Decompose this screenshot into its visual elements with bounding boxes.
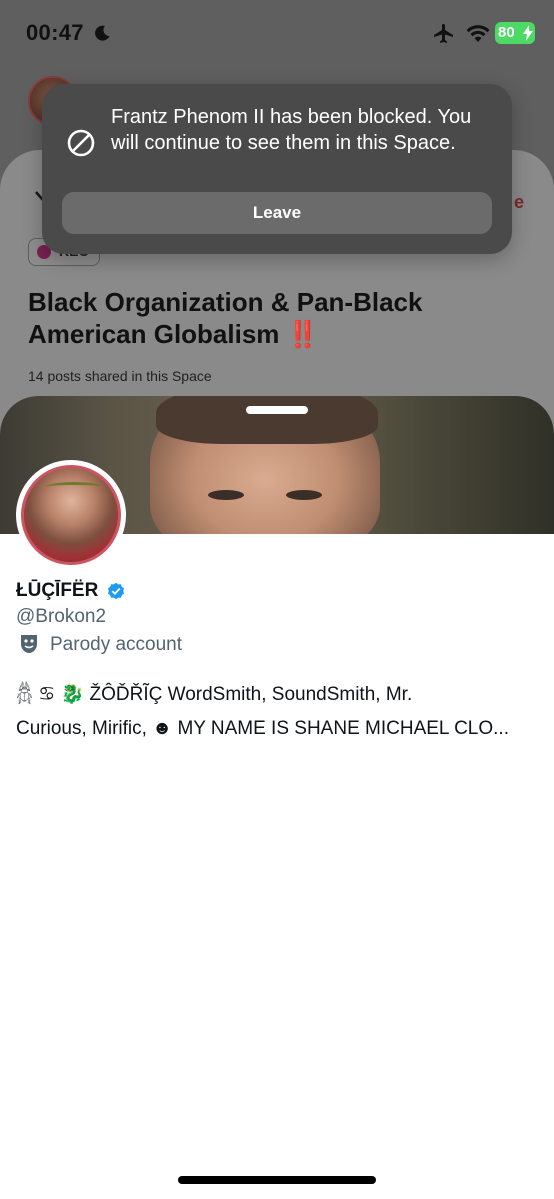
parody-mask-icon bbox=[21, 635, 37, 653]
charging-bolt-icon bbox=[523, 25, 533, 41]
display-name: ŁŪÇĪFËR bbox=[16, 580, 99, 601]
laurel-crown bbox=[46, 482, 102, 492]
status-time: 00:47 bbox=[26, 20, 84, 45]
profile-avatar-image bbox=[21, 465, 121, 565]
space-leave-link[interactable]: e bbox=[514, 192, 524, 213]
space-posts-count: 14 posts shared in this Space bbox=[28, 368, 212, 384]
airplane-icon bbox=[434, 24, 453, 43]
profile-sheet: ŁŪÇĪFËR @Brokon2 Parody account 𓆣 ♋ 🐉 ŽÔ… bbox=[0, 396, 554, 1199]
toast-message: Frantz Phenom II has been blocked. You w… bbox=[111, 106, 472, 154]
profile-handle: @Brokon2 bbox=[16, 606, 107, 627]
verified-badge-icon bbox=[108, 582, 124, 600]
banner-hair bbox=[156, 396, 378, 444]
moon-icon bbox=[95, 25, 110, 41]
home-indicator[interactable] bbox=[178, 1176, 376, 1184]
bio-line: 𓆣 ♋ 🐉 ŽÔĎŘĨÇ WordSmith, SoundSmith, Mr. bbox=[16, 684, 413, 705]
space-title: Black Organization & Pan-Black American … bbox=[28, 286, 528, 350]
banner-eye bbox=[208, 490, 244, 500]
battery-level: 80 bbox=[498, 24, 515, 41]
toast-leave-button[interactable]: Leave bbox=[62, 192, 492, 234]
banner-eye bbox=[286, 490, 322, 500]
battery-indicator: 80 bbox=[495, 22, 535, 44]
profile-avatar[interactable] bbox=[16, 460, 126, 570]
parody-label: Parody account bbox=[50, 634, 183, 655]
status-bar: 00:47 80 bbox=[0, 0, 554, 66]
space-title-emoji: ‼️ bbox=[286, 319, 320, 349]
blocked-toast: Frantz Phenom II has been blocked. You w… bbox=[42, 84, 512, 254]
space-title-text: Black Organization & Pan-Black American … bbox=[28, 287, 423, 349]
blocked-icon bbox=[67, 129, 95, 157]
bio-line: Curious, Mirific, ☻ MY NAME IS SHANE MIC… bbox=[16, 718, 509, 739]
sheet-grabber[interactable] bbox=[246, 406, 308, 414]
wifi-icon bbox=[466, 25, 490, 42]
profile-bio: 𓆣 ♋ 🐉 ŽÔĎŘĨÇ WordSmith, SoundSmith, Mr. … bbox=[16, 678, 544, 746]
